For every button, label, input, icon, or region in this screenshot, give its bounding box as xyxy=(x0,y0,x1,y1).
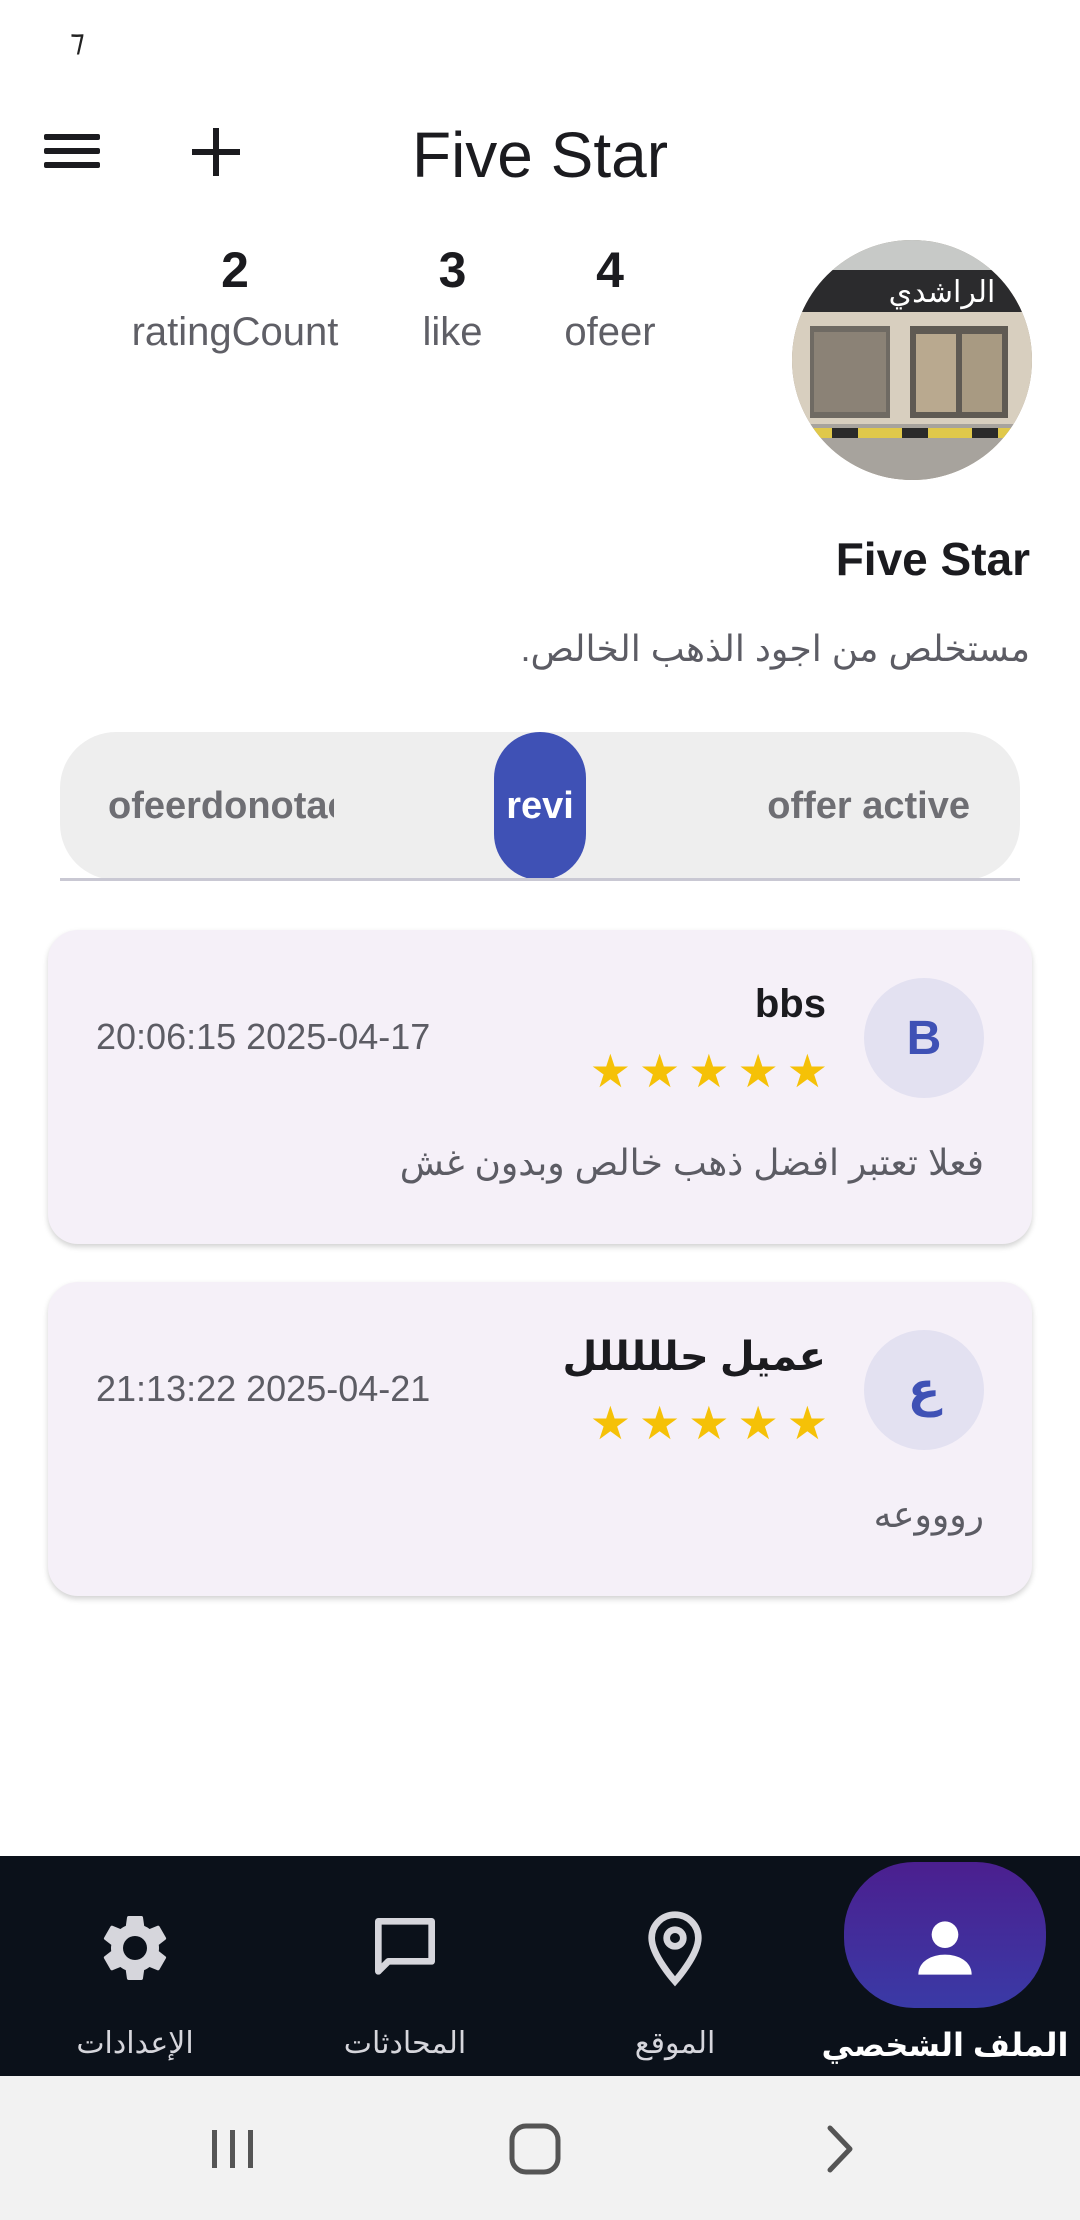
review-date: 20:06:15 2025-04-17 xyxy=(96,1016,431,1057)
review-card[interactable]: ع عميل حلللللل ★ ★ ★ ★ ★ 21:13:22 2025-0… xyxy=(48,1282,1032,1596)
reviewer-avatar: ع xyxy=(864,1330,984,1450)
star-icon: ★ xyxy=(589,1397,631,1449)
star-icon: ★ xyxy=(688,1045,730,1097)
reviewer-name: عميل حلللللل xyxy=(562,1335,826,1379)
gear-icon xyxy=(103,1915,167,1980)
star-icon: ★ xyxy=(737,1397,779,1449)
system-navigation-bar xyxy=(0,2076,1080,2220)
stat-value: 4 xyxy=(596,242,624,298)
app-title: Five Star xyxy=(411,119,669,191)
home-icon[interactable] xyxy=(500,2114,570,2184)
person-icon xyxy=(918,1921,972,1975)
app-bar: Five Star xyxy=(0,100,1080,210)
stat-like: 3 like xyxy=(400,240,505,354)
review-text: روووعه xyxy=(873,1494,984,1535)
star-icon: ★ xyxy=(688,1397,730,1449)
tab-offer-active[interactable]: offer active xyxy=(767,732,970,880)
nav-chats-label: المحادثات xyxy=(343,2027,467,2060)
tabs-divider xyxy=(60,878,1020,881)
stat-value: 2 xyxy=(221,242,249,298)
status-glyph: ⁊ xyxy=(70,25,85,58)
nav-location-label: الموقع xyxy=(634,2027,716,2060)
screen: ⁊ Five Star 2 ratingCount 3 like 4 ofeer… xyxy=(0,0,1080,2220)
stat-label: ratingCount xyxy=(131,310,339,354)
bottom-navigation: الإعدادات المحادثات الموقع الملف الشخصي xyxy=(0,1856,1080,2076)
reviewer-name: bbs xyxy=(754,982,826,1026)
location-pin-icon xyxy=(648,1911,702,1987)
chat-bubble-icon xyxy=(375,1918,435,1975)
storefront-photo-icon: الراشدي xyxy=(792,240,1032,480)
svg-text:الراشدي: الراشدي xyxy=(889,275,996,310)
reviewer-avatar: B xyxy=(864,978,984,1098)
nav-chats[interactable]: المحادثات xyxy=(270,1856,540,2076)
profile-name: Five Star xyxy=(835,533,1030,585)
star-icon: ★ xyxy=(737,1045,779,1097)
stat-label: like xyxy=(422,310,483,354)
recent-apps-icon[interactable] xyxy=(198,2114,268,2184)
rating-stars: ★ ★ ★ ★ ★ xyxy=(590,1048,828,1094)
stat-ofeer: 4 ofeer xyxy=(540,240,680,354)
star-icon: ★ xyxy=(639,1045,681,1097)
star-icon: ★ xyxy=(786,1397,828,1449)
stat-rating-count: 2 ratingCount xyxy=(110,240,360,354)
star-icon: ★ xyxy=(589,1045,631,1097)
back-chevron-icon[interactable] xyxy=(804,2114,874,2184)
star-icon: ★ xyxy=(639,1397,681,1449)
tab-ofeer-not-active[interactable]: ofeerdonotactive xyxy=(108,732,334,880)
tab-reviews[interactable]: revi xyxy=(494,732,586,880)
profile-description: مستخلص من اجود الذهب الخالص. xyxy=(520,628,1030,669)
profile-photo[interactable]: الراشدي xyxy=(792,240,1032,480)
stat-label: ofeer xyxy=(564,310,656,354)
review-card[interactable]: B bbs ★ ★ ★ ★ ★ 20:06:15 2025-04-17 فعلا… xyxy=(48,930,1032,1244)
review-date: 21:13:22 2025-04-21 xyxy=(96,1368,431,1409)
star-icon: ★ xyxy=(786,1045,828,1097)
rating-stars: ★ ★ ★ ★ ★ xyxy=(590,1400,828,1446)
review-text: فعلا تعتبر افضل ذهب خالص وبدون غش xyxy=(399,1142,984,1183)
nav-settings[interactable]: الإعدادات xyxy=(0,1856,270,2076)
status-bar: ⁊ xyxy=(0,0,1080,80)
nav-profile[interactable]: الملف الشخصي xyxy=(810,1856,1080,2076)
nav-location[interactable]: الموقع xyxy=(540,1856,810,2076)
nav-settings-label: الإعدادات xyxy=(76,2027,194,2060)
stat-value: 3 xyxy=(438,242,467,298)
nav-profile-label: الملف الشخصي xyxy=(821,2027,1069,2063)
tab-bar: ofeerdonotactive revi offer active xyxy=(60,732,1020,880)
